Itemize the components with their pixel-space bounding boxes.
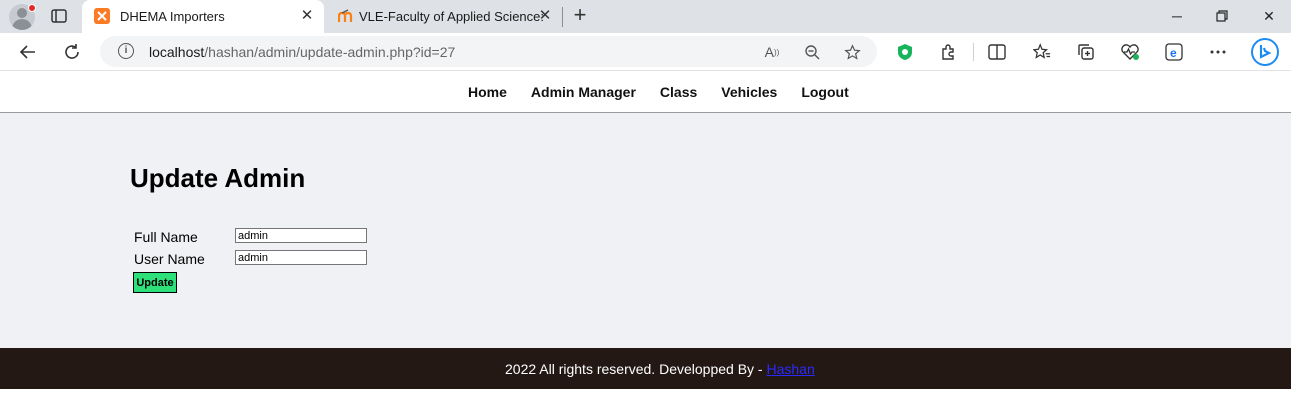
minimize-icon[interactable]: ─ <box>1165 4 1189 28</box>
url-path: /hashan/admin/update-admin.php?id=27 <box>204 44 456 60</box>
ie-mode-icon[interactable]: e <box>1163 41 1185 63</box>
nav-vehicles[interactable]: Vehicles <box>721 84 777 100</box>
moodle-icon <box>337 8 354 24</box>
user-name-input[interactable] <box>235 250 367 265</box>
nav-home[interactable]: Home <box>468 84 507 100</box>
browser-essentials-icon[interactable] <box>1119 41 1141 63</box>
author-link[interactable]: Hashan <box>766 361 814 377</box>
address-bar[interactable]: i localhost/hashan/admin/update-admin.ph… <box>100 36 877 67</box>
tab-title: VLE-Faculty of Applied Science: L <box>359 9 547 24</box>
restore-icon[interactable] <box>1210 4 1234 28</box>
close-tab-icon[interactable]: ✕ <box>538 8 552 23</box>
favorite-star-icon[interactable] <box>842 42 862 62</box>
xampp-icon <box>94 8 110 24</box>
main-content: Update Admin Full Name User Name Update <box>0 113 1291 348</box>
tab-vle-faculty[interactable]: VLE-Faculty of Applied Science: L ✕ <box>326 0 562 33</box>
site-navigation: Home Admin Manager Class Vehicles Logout <box>0 71 1291 113</box>
nav-admin-manager[interactable]: Admin Manager <box>531 84 636 100</box>
url-text[interactable]: localhost/hashan/admin/update-admin.php?… <box>149 44 455 60</box>
zoom-out-icon[interactable] <box>802 42 822 62</box>
back-icon[interactable] <box>17 41 39 63</box>
collections-icon[interactable] <box>1075 41 1097 63</box>
full-name-label: Full Name <box>134 229 198 245</box>
more-options-icon[interactable] <box>1207 41 1229 63</box>
close-window-icon[interactable]: ✕ <box>1257 4 1281 28</box>
adblock-shield-icon[interactable] <box>894 41 916 63</box>
tab-actions-icon[interactable] <box>50 7 68 25</box>
new-tab-icon[interactable]: + <box>570 4 590 26</box>
full-name-input[interactable] <box>235 228 367 243</box>
notification-dot-icon <box>28 4 36 12</box>
footer-text: 2022 All rights reserved. Developped By … <box>505 361 815 377</box>
toolbar-divider <box>973 43 974 61</box>
extensions-icon[interactable] <box>938 41 960 63</box>
tab-title: DHEMA Importers <box>120 9 225 24</box>
favorites-icon[interactable] <box>1031 41 1053 63</box>
split-screen-icon[interactable] <box>986 41 1008 63</box>
copyright-text: 2022 All rights reserved. Developped By … <box>505 361 767 377</box>
bing-chat-icon[interactable] <box>1250 37 1280 67</box>
tab-divider <box>562 7 563 27</box>
site-info-icon[interactable]: i <box>118 43 134 59</box>
refresh-icon[interactable] <box>61 41 83 63</box>
read-aloud-icon[interactable]: A)) <box>762 42 782 62</box>
footer: 2022 All rights reserved. Developped By … <box>0 348 1291 389</box>
web-page: Home Admin Manager Class Vehicles Logout… <box>0 71 1291 403</box>
tab-strip: DHEMA Importers ✕ VLE-Faculty of Applied… <box>0 0 1291 33</box>
page-bottom-spacer <box>0 389 1291 403</box>
browser-toolbar: i localhost/hashan/admin/update-admin.ph… <box>0 33 1291 71</box>
close-tab-icon[interactable]: ✕ <box>300 8 314 23</box>
url-host: localhost <box>149 44 205 60</box>
nav-logout[interactable]: Logout <box>801 84 848 100</box>
user-name-label: User Name <box>134 251 205 267</box>
nav-class[interactable]: Class <box>660 84 697 100</box>
svg-text:e: e <box>1170 46 1177 60</box>
tab-dhema-importers[interactable]: DHEMA Importers ✕ <box>82 0 324 33</box>
page-title: Update Admin <box>130 163 306 193</box>
update-button[interactable]: Update <box>133 272 177 293</box>
